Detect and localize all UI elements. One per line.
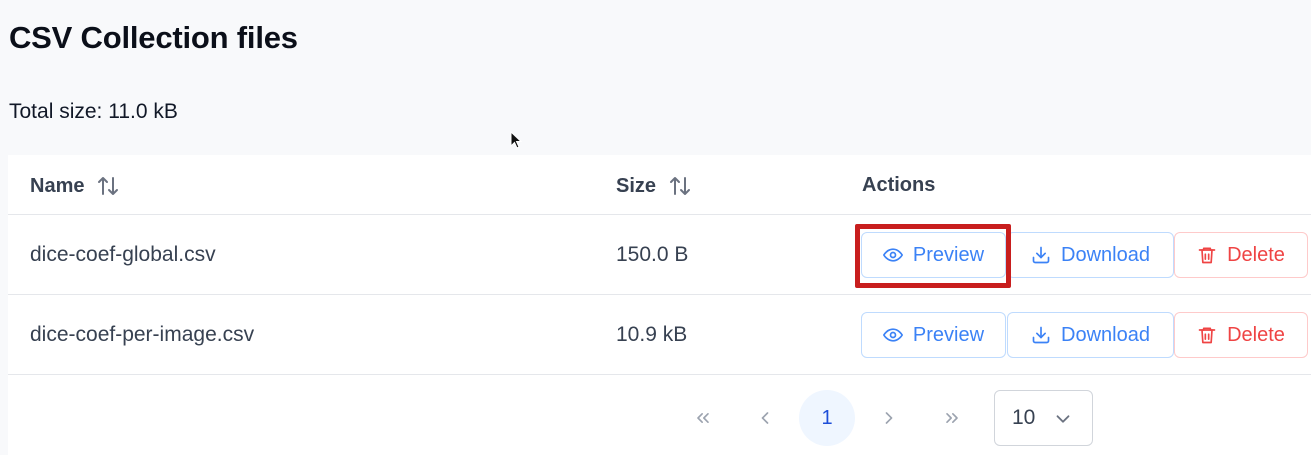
download-button-label: Download (1061, 323, 1150, 346)
chevrons-right-icon (946, 413, 958, 423)
file-name: dice-coef-per-image.csv (30, 323, 255, 346)
chevron-left-icon (761, 412, 769, 424)
last-page-button[interactable] (924, 390, 980, 446)
chevron-down-icon (1056, 415, 1070, 423)
download-button[interactable]: Download (1007, 312, 1174, 358)
trash-icon (1198, 327, 1216, 344)
column-header-name[interactable]: Name (30, 174, 120, 198)
download-button[interactable]: Download (1007, 232, 1174, 278)
file-size: 10.9 kB (616, 323, 688, 346)
preview-button[interactable]: Preview (861, 232, 1006, 278)
rows-per-page-select[interactable]: 10 (994, 390, 1093, 446)
rows-per-page-value: 10 (1012, 406, 1036, 429)
table-row: dice-coef-global.csv 150.0 B Preview Dow… (8, 215, 1311, 295)
column-header-size[interactable]: Size (616, 174, 692, 198)
download-icon (1032, 246, 1050, 264)
preview-button-label: Preview (912, 243, 985, 266)
chevron-right-icon (885, 412, 893, 424)
delete-button[interactable]: Delete (1174, 312, 1308, 358)
eye-icon (882, 328, 903, 342)
mouse-cursor-icon (510, 131, 522, 149)
file-size: 150.0 B (616, 243, 689, 266)
delete-button-label: Delete (1227, 323, 1285, 346)
sort-icon[interactable] (96, 174, 120, 198)
column-header-actions-label: Actions (862, 174, 936, 196)
trash-icon (1198, 247, 1216, 264)
table-header-row: Name Size Actions (8, 155, 1311, 215)
delete-button[interactable]: Delete (1174, 232, 1308, 278)
delete-button-label: Delete (1227, 243, 1285, 266)
first-page-button[interactable] (675, 390, 731, 446)
preview-button-label: Preview (912, 323, 985, 346)
pagination: 1 10 (0, 390, 1311, 446)
file-name: dice-coef-global.csv (30, 243, 216, 266)
previous-page-button[interactable] (737, 390, 793, 446)
download-icon (1032, 326, 1050, 344)
column-header-actions: Actions (862, 174, 935, 197)
page-button[interactable]: 1 (799, 390, 855, 446)
chevrons-left-icon (697, 413, 709, 423)
page-title: CSV Collection files (9, 20, 298, 55)
preview-button[interactable]: Preview (861, 312, 1006, 358)
download-button-label: Download (1061, 243, 1150, 266)
eye-icon (882, 248, 903, 262)
column-header-name-label: Name (30, 174, 85, 197)
column-header-size-label: Size (616, 174, 657, 197)
total-size-label: Total size: 11.0 kB (9, 100, 178, 123)
next-page-button[interactable] (861, 390, 917, 446)
table-row: dice-coef-per-image.csv 10.9 kB Preview … (8, 295, 1311, 375)
sort-icon[interactable] (668, 174, 692, 198)
